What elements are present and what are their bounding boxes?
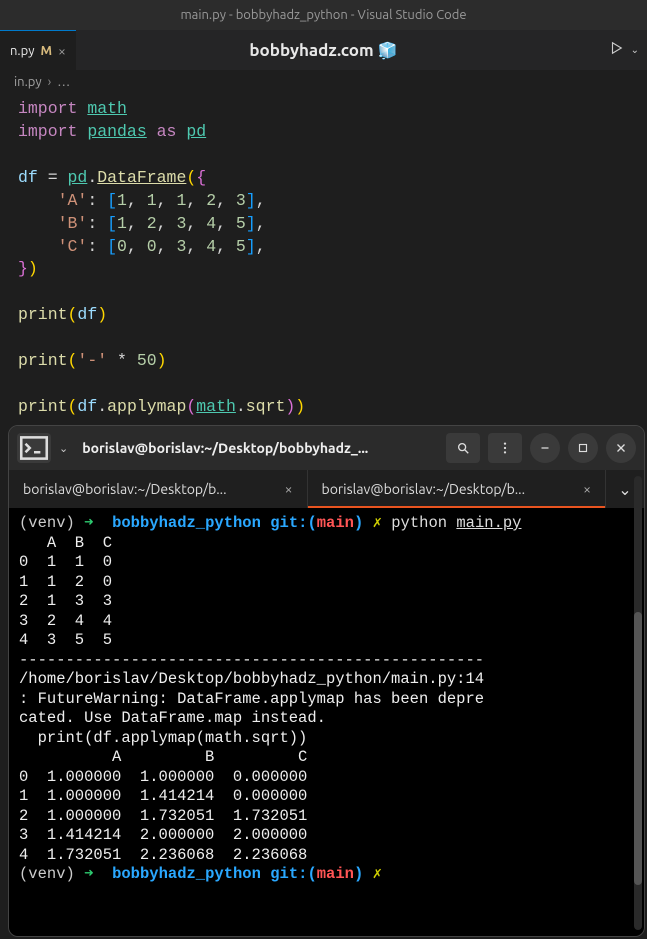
page-title: bobbyhadz.com 🧊 — [0, 41, 647, 60]
scrollbar[interactable] — [634, 476, 642, 930]
code-editor[interactable]: import math import pandas as pd df = pd.… — [0, 94, 647, 429]
terminal-title: borislav@borislav:~/Desktop/bobbyhadz_..… — [76, 440, 438, 456]
terminal-app-button[interactable] — [17, 433, 51, 463]
maximize-button[interactable] — [568, 433, 598, 463]
chevron-down-icon: ⌄ — [618, 480, 631, 499]
terminal-tabs: borislav@borislav:~/Desktop/b... × boris… — [9, 470, 644, 508]
editor-actions: ⌄ — [609, 41, 647, 59]
minimize-button[interactable] — [530, 433, 560, 463]
terminal-tab-2[interactable]: borislav@borislav:~/Desktop/b... × — [308, 470, 607, 508]
menu-icon[interactable] — [488, 433, 522, 463]
chevron-down-icon[interactable]: ⌄ — [631, 44, 639, 56]
tab-modified-badge: M — [40, 44, 52, 58]
tab-filename: n.py — [10, 44, 34, 58]
breadcrumb-more: … — [57, 75, 70, 89]
breadcrumb-file: in.py — [14, 75, 42, 89]
cube-icon: 🧊 — [378, 42, 398, 60]
scrollbar-thumb[interactable] — [634, 612, 642, 884]
close-icon[interactable]: × — [285, 481, 293, 497]
close-icon[interactable]: × — [583, 481, 591, 497]
window-title: main.py - bobbyhadz_python - Visual Stud… — [180, 8, 466, 22]
terminal-window: ⌄ borislav@borislav:~/Desktop/bobbyhadz_… — [8, 425, 645, 937]
terminal-output[interactable]: (venv) ➜ bobbyhadz_python git:(main) ✗ p… — [9, 508, 644, 936]
close-button[interactable] — [606, 433, 636, 463]
chevron-down-icon[interactable]: ⌄ — [59, 442, 68, 455]
editor-tab[interactable]: n.py M × — [0, 30, 76, 70]
search-icon[interactable] — [446, 433, 480, 463]
warning-text: /home/borislav/Desktop/bobbyhadz_python/… — [19, 670, 484, 747]
tab-close-icon[interactable]: × — [58, 43, 66, 59]
run-icon[interactable] — [609, 41, 623, 59]
terminal-tab-1[interactable]: borislav@borislav:~/Desktop/b... × — [9, 470, 308, 508]
terminal-titlebar: ⌄ borislav@borislav:~/Desktop/bobbyhadz_… — [9, 426, 644, 470]
breadcrumb-separator: › — [48, 75, 52, 89]
window-titlebar: main.py - bobbyhadz_python - Visual Stud… — [0, 0, 647, 30]
terminal-tab-label: borislav@borislav:~/Desktop/b... — [23, 481, 227, 497]
editor-tabbar: n.py M × bobbyhadz.com 🧊 ⌄ — [0, 30, 647, 70]
terminal-tab-label: borislav@borislav:~/Desktop/b... — [322, 481, 526, 497]
breadcrumb[interactable]: in.py › … — [0, 70, 647, 94]
